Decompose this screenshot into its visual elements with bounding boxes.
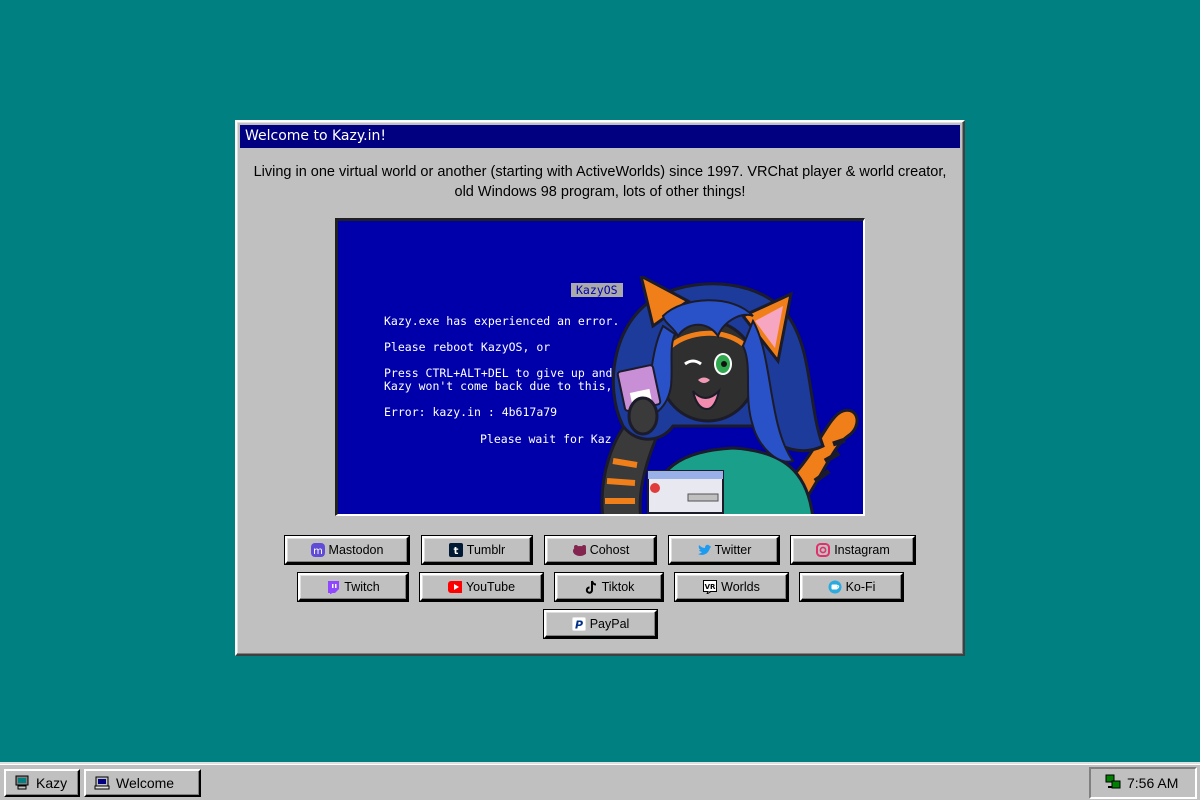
- welcome-window: Welcome to Kazy.in! Living in one virtua…: [235, 120, 965, 656]
- svg-text:t: t: [453, 546, 458, 557]
- twitch-icon: [326, 580, 340, 594]
- start-button[interactable]: Kazy: [4, 769, 80, 797]
- vrchat-icon: VR: [703, 580, 718, 594]
- button-label: Ko-Fi: [845, 580, 876, 594]
- taskbar-window-label: Welcome: [116, 775, 175, 791]
- button-label: Cohost: [589, 543, 630, 557]
- bsod-line: Please wait for Kaz: [480, 432, 612, 446]
- button-label: Worlds: [721, 580, 760, 594]
- cohost-button[interactable]: Cohost: [544, 535, 657, 565]
- clock[interactable]: 7:56 AM: [1127, 775, 1178, 791]
- cat-character-illustration: [600, 276, 859, 514]
- taskbar: Kazy Welcome 7:56 AM: [0, 762, 1200, 800]
- kofi-icon: [828, 580, 842, 594]
- worlds-button[interactable]: VR Worlds: [674, 572, 789, 602]
- button-label: PayPal: [589, 617, 630, 631]
- svg-text:P: P: [575, 619, 583, 632]
- instagram-button[interactable]: Instagram: [790, 535, 916, 565]
- button-label: Instagram: [834, 543, 890, 557]
- tiktok-button[interactable]: Tiktok: [554, 572, 664, 602]
- network-icon[interactable]: [1105, 774, 1121, 793]
- paypal-button[interactable]: P PayPal: [543, 609, 658, 639]
- svg-text:VR: VR: [705, 583, 716, 591]
- button-label: YouTube: [465, 580, 516, 594]
- button-label: Mastodon: [328, 543, 384, 557]
- mastodon-button[interactable]: m Mastodon: [284, 535, 410, 565]
- button-label: Twitter: [714, 543, 752, 557]
- button-label: Twitch: [344, 580, 380, 594]
- error-screen-image: KazyOS Kazy.exe has experienced an error…: [335, 218, 865, 516]
- youtube-button[interactable]: YouTube: [419, 572, 544, 602]
- computer-icon: [14, 774, 30, 793]
- tumblr-icon: t: [448, 543, 463, 557]
- button-label: Tiktok: [601, 580, 635, 594]
- taskbar-welcome-window[interactable]: Welcome: [84, 769, 201, 797]
- tiktok-icon: [584, 580, 598, 594]
- instagram-icon: [816, 543, 831, 557]
- window-app-icon: [94, 774, 110, 793]
- bsod-line: Kazy.exe has experienced an error.: [384, 314, 620, 328]
- intro-text: Living in one virtual world or another (…: [253, 164, 947, 200]
- twitter-button[interactable]: Twitter: [668, 535, 780, 565]
- cohost-icon: [572, 543, 586, 557]
- svg-text:m: m: [313, 546, 323, 557]
- tumblr-button[interactable]: t Tumblr: [421, 535, 533, 565]
- window-title[interactable]: Welcome to Kazy.in!: [240, 125, 960, 148]
- button-label: Tumblr: [466, 543, 506, 557]
- mastodon-icon: m: [310, 543, 325, 557]
- bsod-line: Error: kazy.in : 4b617a79: [384, 405, 558, 419]
- twitter-icon: [697, 543, 711, 557]
- paypal-icon: P: [571, 617, 586, 632]
- system-tray: 7:56 AM: [1089, 767, 1197, 799]
- start-label: Kazy: [36, 775, 68, 791]
- twitch-button[interactable]: Twitch: [297, 572, 409, 602]
- bsod-line: Please reboot KazyOS, or: [384, 340, 551, 354]
- kofi-button[interactable]: Ko-Fi: [799, 572, 904, 602]
- youtube-icon: [447, 580, 462, 594]
